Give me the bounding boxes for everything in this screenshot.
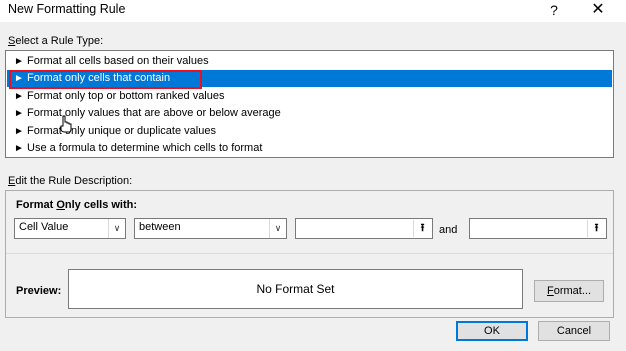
collapse-dialog-icon[interactable]: ⭱	[587, 220, 605, 237]
dialog-title: New Formatting Rule	[8, 2, 126, 16]
format-only-rest: nly cells with:	[64, 199, 138, 211]
rule-type-item[interactable]: ► Format only values that are above or b…	[7, 105, 612, 122]
arrow-icon: ►	[14, 126, 24, 137]
format-button-text: ormat...	[553, 285, 592, 297]
rule-description-panel: Format Only cells with: Cell Value ∨ bet…	[5, 190, 614, 318]
condition-type-dropdown[interactable]: Cell Value ∨	[14, 218, 126, 239]
rule-type-label: Format all cells based on their values	[27, 55, 209, 67]
chevron-down-icon[interactable]: ∨	[108, 219, 125, 238]
chevron-down-icon[interactable]: ∨	[269, 219, 286, 238]
rule-type-list[interactable]: ► Format all cells based on their values…	[5, 50, 614, 158]
value2-input[interactable]: ⭱	[469, 218, 607, 239]
format-only-pre: Format	[16, 199, 57, 211]
operator-dropdown[interactable]: between ∨	[134, 218, 287, 239]
preview-text: No Format Set	[256, 282, 335, 296]
divider	[6, 253, 613, 254]
format-button[interactable]: Format...	[534, 280, 604, 302]
red-highlight-box	[9, 70, 202, 89]
edit-rule-description-label: Edit the Rule Description:	[8, 175, 132, 187]
operator-value: between	[139, 221, 181, 233]
rule-type-label: Format only top or bottom ranked values	[27, 90, 225, 102]
cancel-button[interactable]: Cancel	[538, 321, 610, 341]
rule-type-item[interactable]: ► Format only top or bottom ranked value…	[7, 88, 612, 105]
collapse-dialog-icon[interactable]: ⭱	[413, 220, 431, 237]
rule-type-label: Format only unique or duplicate values	[27, 125, 216, 137]
edit-rule-label-text: dit the Rule Description:	[15, 175, 133, 187]
value1-input[interactable]: ⭱	[295, 218, 433, 239]
preview-label: Preview:	[16, 285, 62, 297]
select-rule-type-label: Select a Rule Type:	[8, 35, 103, 47]
rule-type-item[interactable]: ► Format all cells based on their values	[7, 53, 612, 70]
rule-type-item[interactable]: ► Use a formula to determine which cells…	[7, 140, 612, 157]
rule-type-label: Use a formula to determine which cells t…	[27, 142, 263, 154]
preview-box: No Format Set	[68, 269, 523, 309]
help-icon[interactable]: ?	[547, 0, 561, 20]
rule-type-item-selected[interactable]: ► Format only cells that contain	[7, 70, 612, 89]
ok-button[interactable]: OK	[456, 321, 528, 341]
and-label: and	[439, 224, 458, 236]
arrow-icon: ►	[14, 91, 24, 102]
rule-type-item[interactable]: ► Format only unique or duplicate values	[7, 123, 612, 140]
select-rule-type-label-text: elect a Rule Type:	[15, 35, 104, 47]
arrow-icon: ►	[14, 143, 24, 154]
mouse-cursor-icon	[60, 115, 72, 133]
condition-type-value: Cell Value	[19, 221, 69, 233]
format-access-key: F	[546, 285, 554, 297]
format-only-access-key: O	[56, 199, 65, 211]
close-icon[interactable]: ✕	[590, 0, 606, 20]
format-only-cells-with-label: Format Only cells with:	[16, 199, 137, 211]
arrow-icon: ►	[14, 56, 24, 67]
title-bar: New Formatting Rule ? ✕	[0, 0, 626, 22]
arrow-icon: ►	[14, 108, 24, 119]
